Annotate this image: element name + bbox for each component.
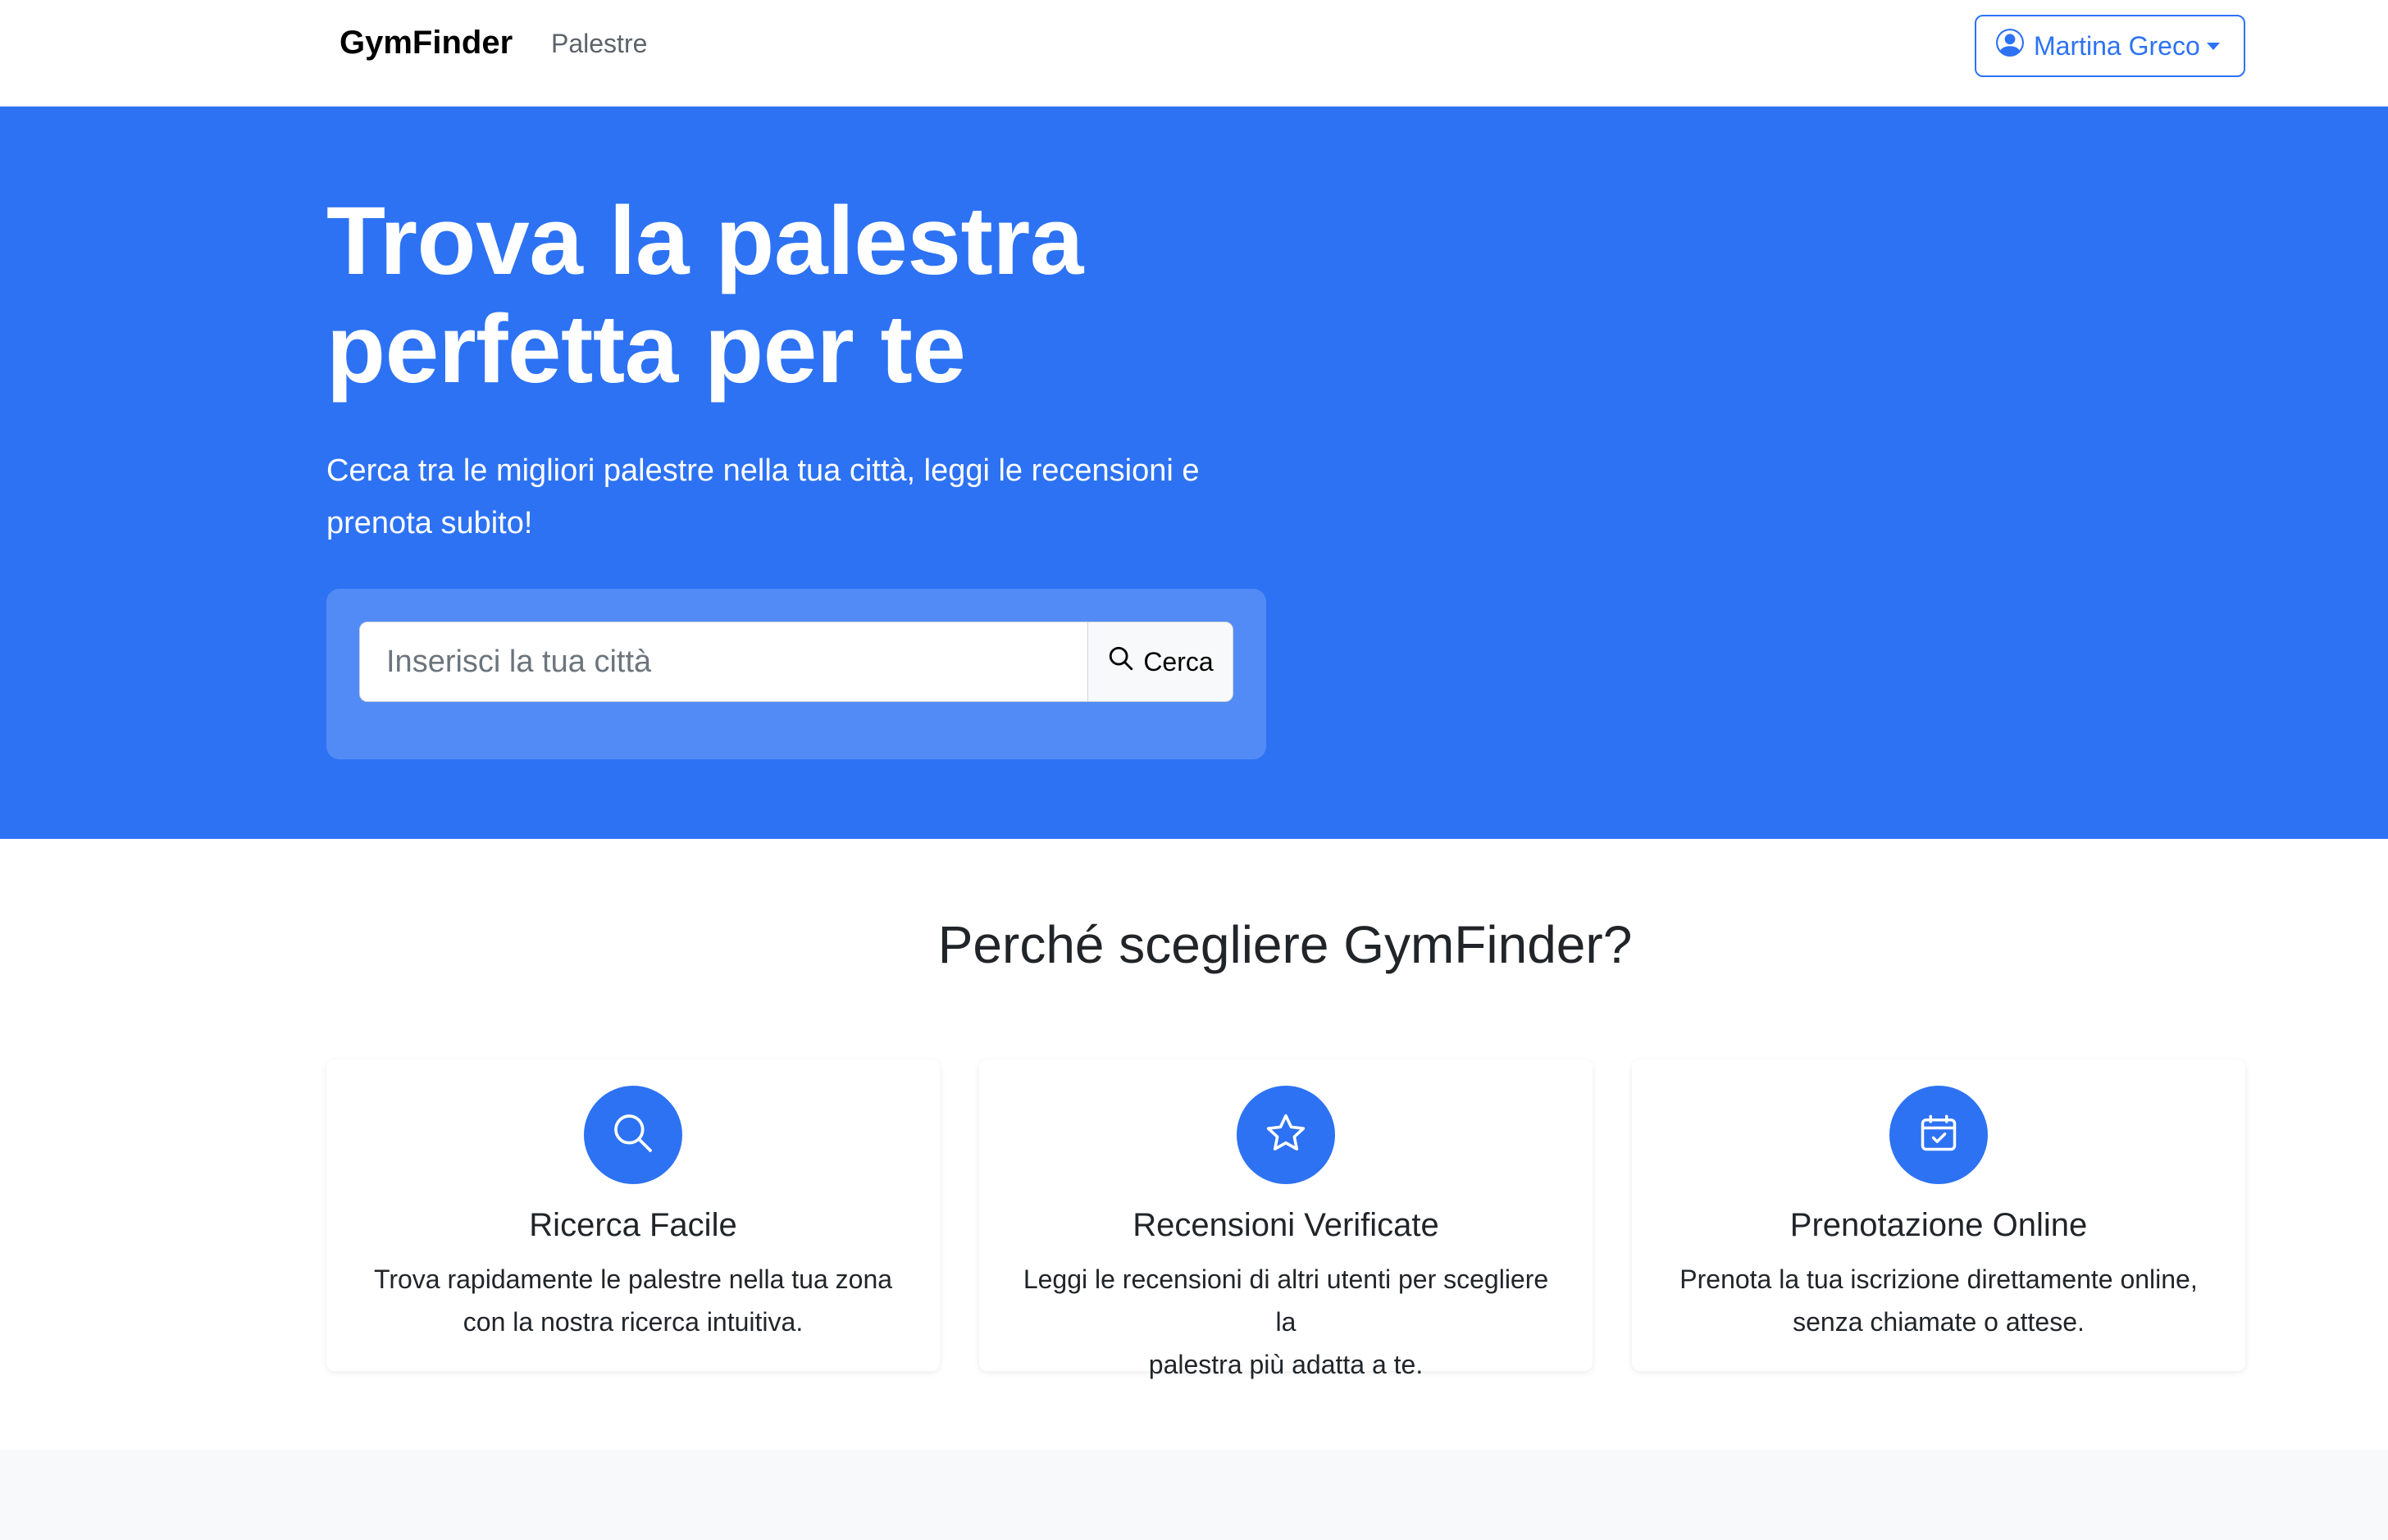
feature-description-line1: Trova rapidamente le palestre nella tua … [373,1264,893,1294]
feature-description-line1: Prenota la tua iscrizione direttamente o… [1679,1264,2198,1294]
feature-description-line1: Leggi le recensioni di altri utenti per … [1023,1264,1549,1337]
feature-icon-circle [584,1086,682,1184]
calendar-check-icon [1917,1112,1960,1159]
feature-title: Prenotazione Online [1789,1207,2088,1243]
search-button-label: Cerca [1143,646,1214,677]
feature-description-line2: palestra più adatta a te. [1148,1350,1424,1379]
feature-description: Leggi le recensioni di altri utenti per … [1012,1258,1560,1386]
feature-title: Ricerca Facile [529,1207,737,1243]
feature-card-ricerca: Ricerca Facile Trova rapidamente le pale… [326,1059,940,1371]
feature-description: Trova rapidamente le palestre nella tua … [359,1258,907,1343]
hero-title-line2: perfetta per te [326,295,966,403]
hero-title: Trova la palestra perfetta per te [326,187,1228,403]
search-icon [610,1110,656,1160]
user-name: Martina Greco [2034,30,2200,61]
feature-description: Prenota la tua iscrizione direttamente o… [1665,1258,2213,1343]
hero-subtitle-line2: prenota subito! [326,506,533,540]
top-navbar: GymFinder Palestre Martina Greco [0,0,2388,107]
feature-icon-circle [1889,1086,1988,1184]
search-button[interactable]: Cerca [1087,622,1233,702]
feature-title: Recensioni Verificate [1132,1207,1439,1243]
hero-title-line1: Trova la palestra [326,187,1083,295]
star-icon [1264,1111,1308,1160]
hero-subtitle: Cerca tra le migliori palestre nella tua… [326,444,1278,549]
city-search-input[interactable] [359,622,1089,702]
hero-section: Trova la palestra perfetta per te Cerca … [0,107,2388,839]
search-icon [1107,645,1135,679]
feature-description-line2: senza chiamate o attese. [1793,1307,2085,1337]
hero-subtitle-line1: Cerca tra le migliori palestre nella tua… [326,453,1200,488]
features-title: Perché scegliere GymFinder? [937,915,1633,974]
feature-description-line2: con la nostra ricerca intuitiva. [463,1307,804,1337]
next-section-band [0,1450,2388,1540]
feature-card-prenotazione: Prenotazione Online Prenota la tua iscri… [1632,1059,2245,1371]
chevron-down-icon [2206,42,2220,50]
brand-logo[interactable]: GymFinder [340,25,513,62]
feature-card-recensioni: Recensioni Verificate Leggi le recension… [979,1059,1593,1379]
feature-icon-circle [1237,1086,1335,1184]
user-menu-button[interactable]: Martina Greco [1975,15,2245,77]
nav-link-palestre[interactable]: Palestre [551,29,647,59]
user-circle-icon [1996,29,2024,63]
search-panel: Cerca [326,589,1266,759]
